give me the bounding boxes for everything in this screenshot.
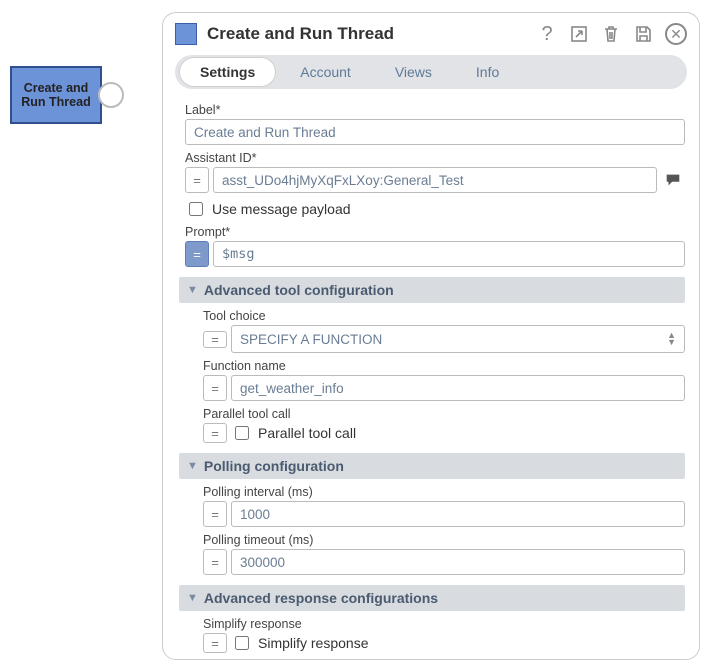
- section-title-polling: Polling configuration: [204, 458, 344, 474]
- tool-choice-value: SPECIFY A FUNCTION: [240, 332, 382, 347]
- eq-button-prompt[interactable]: =: [185, 241, 209, 267]
- section-adv-response[interactable]: ▼ Advanced response configurations: [179, 585, 685, 611]
- section-title-adv-tool: Advanced tool configuration: [204, 282, 394, 298]
- tab-views[interactable]: Views: [375, 58, 452, 86]
- label-prompt: Prompt*: [185, 225, 685, 239]
- use-msg-payload-checkbox[interactable]: [189, 202, 203, 216]
- tab-info[interactable]: Info: [456, 58, 519, 86]
- label-parallel-tool: Parallel tool call: [203, 407, 685, 421]
- panel-header: Create and Run Thread ? ✕: [163, 13, 699, 51]
- eq-button-simplify[interactable]: =: [203, 633, 227, 653]
- header-actions: ? ✕: [537, 23, 687, 45]
- delete-icon[interactable]: [601, 24, 621, 44]
- label-function-name: Function name: [203, 359, 685, 373]
- use-msg-payload-label: Use message payload: [212, 201, 351, 217]
- section-polling[interactable]: ▼ Polling configuration: [179, 453, 685, 479]
- eq-button-toolchoice[interactable]: =: [203, 331, 227, 348]
- label-simplify: Simplify response: [203, 617, 685, 631]
- tab-row: Settings Account Views Info: [175, 55, 687, 89]
- settings-scroll[interactable]: Label* Assistant ID* = Use message paylo…: [163, 89, 699, 659]
- simplify-checkbox[interactable]: [235, 636, 249, 650]
- suggest-icon[interactable]: [661, 167, 685, 193]
- export-icon[interactable]: [569, 24, 589, 44]
- stepper-icon: ▲▼: [667, 332, 676, 346]
- label-poll-timeout: Polling timeout (ms): [203, 533, 685, 547]
- save-icon[interactable]: [633, 24, 653, 44]
- tab-account[interactable]: Account: [280, 58, 371, 86]
- poll-timeout-input[interactable]: [231, 549, 685, 575]
- label-label: Label*: [185, 103, 685, 117]
- eq-button-parallel[interactable]: =: [203, 423, 227, 443]
- node-output-port[interactable]: [98, 82, 124, 108]
- parallel-tool-checkbox[interactable]: [235, 426, 249, 440]
- help-icon[interactable]: ?: [537, 24, 557, 44]
- eq-button-assistant[interactable]: =: [185, 167, 209, 193]
- function-name-input[interactable]: [231, 375, 685, 401]
- chevron-down-icon: ▼: [187, 284, 198, 296]
- tool-choice-select[interactable]: SPECIFY A FUNCTION ▲▼: [231, 325, 685, 353]
- close-icon[interactable]: ✕: [665, 23, 687, 45]
- simplify-chk-label: Simplify response: [258, 635, 369, 651]
- label-tool-choice: Tool choice: [203, 309, 685, 323]
- title-swatch: [175, 23, 197, 45]
- section-advanced-tool[interactable]: ▼ Advanced tool configuration: [179, 277, 685, 303]
- label-input[interactable]: [185, 119, 685, 145]
- prompt-input[interactable]: [213, 241, 685, 267]
- node-box[interactable]: Create and Run Thread: [10, 66, 102, 124]
- tab-settings[interactable]: Settings: [179, 57, 276, 87]
- eq-button-funcname[interactable]: =: [203, 375, 227, 401]
- label-poll-interval: Polling interval (ms): [203, 485, 685, 499]
- poll-interval-input[interactable]: [231, 501, 685, 527]
- node-label: Create and Run Thread: [16, 81, 96, 110]
- section-title-adv-resp: Advanced response configurations: [204, 590, 438, 606]
- parallel-tool-chk-label: Parallel tool call: [258, 425, 356, 441]
- label-assistant-id: Assistant ID*: [185, 151, 685, 165]
- panel-title: Create and Run Thread: [207, 24, 527, 44]
- eq-button-timeout[interactable]: =: [203, 549, 227, 575]
- chevron-down-icon: ▼: [187, 592, 198, 604]
- config-panel: Create and Run Thread ? ✕ Settings Accou…: [162, 12, 700, 660]
- chevron-down-icon: ▼: [187, 460, 198, 472]
- eq-button-interval[interactable]: =: [203, 501, 227, 527]
- assistant-id-input[interactable]: [213, 167, 657, 193]
- pipeline-node[interactable]: Create and Run Thread: [10, 66, 124, 124]
